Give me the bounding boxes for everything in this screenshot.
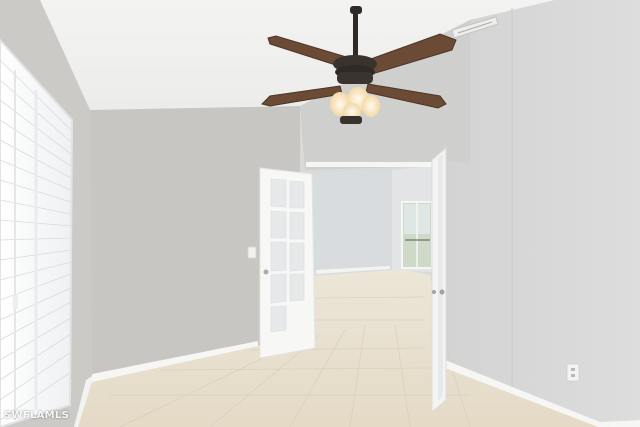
french-door-right[interactable] xyxy=(431,146,447,414)
door-knob-right[interactable] xyxy=(439,289,445,295)
watermark-text: SWFLAMLS xyxy=(4,410,70,421)
door-knob-left[interactable] xyxy=(263,269,269,275)
adjoining-room xyxy=(310,166,433,276)
french-door-left[interactable] xyxy=(259,167,316,359)
light-switch-icon[interactable] xyxy=(247,246,257,259)
right-wall xyxy=(445,0,640,427)
power-outlet-icon xyxy=(566,363,580,382)
door-frame xyxy=(306,162,436,167)
room-photo xyxy=(0,0,640,427)
